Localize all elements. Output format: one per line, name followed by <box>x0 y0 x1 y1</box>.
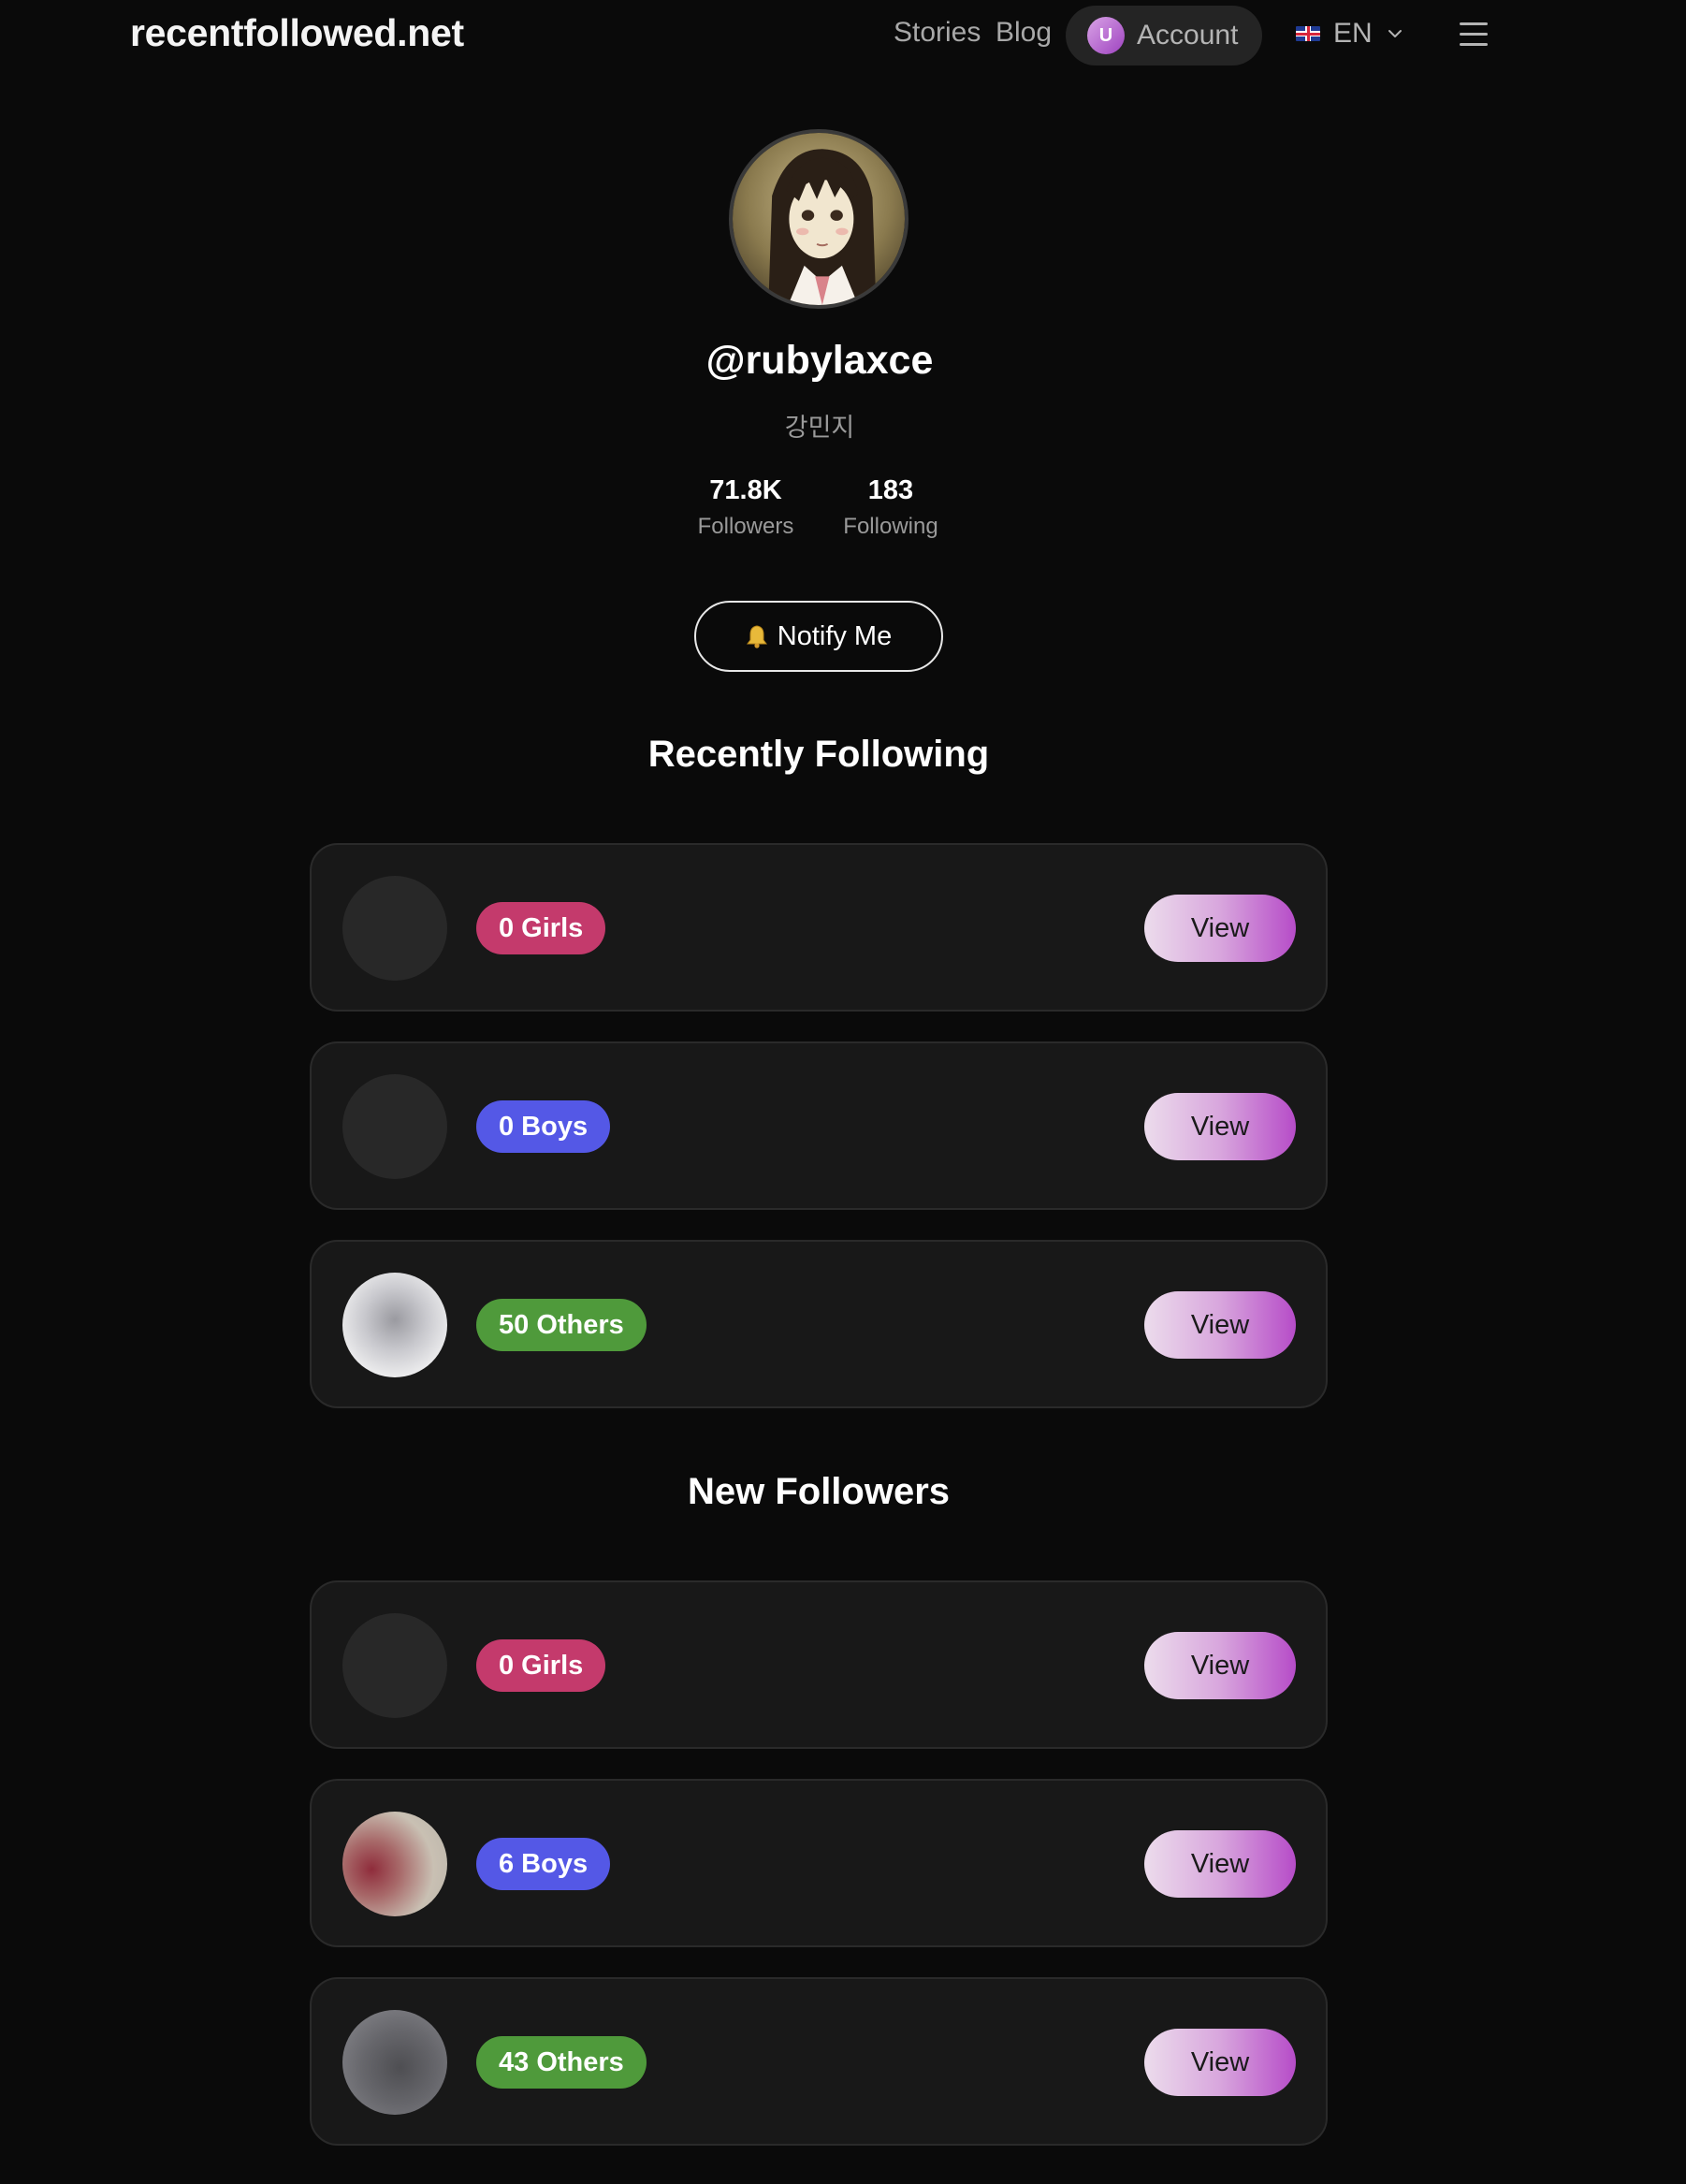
following-card-others: 50 Others View <box>310 1240 1328 1408</box>
top-navbar: recentfollowed.net Stories Blog U Accoun… <box>0 0 1686 71</box>
notify-me-label: Notify Me <box>777 620 893 651</box>
bell-icon <box>746 625 767 648</box>
others-badge: 50 Others <box>476 1299 647 1351</box>
account-label: Account <box>1137 20 1239 51</box>
followers-card-others: 43 Others View <box>310 1977 1328 2146</box>
followers-count: 71.8K <box>709 475 782 505</box>
site-logo[interactable]: recentfollowed.net <box>130 11 464 55</box>
view-button[interactable]: View <box>1144 895 1296 962</box>
girls-badge: 0 Girls <box>476 1639 606 1692</box>
account-avatar: U <box>1087 17 1125 54</box>
girls-badge: 0 Girls <box>476 902 606 954</box>
language-selector[interactable]: EN <box>1296 15 1404 52</box>
profile-avatar <box>729 129 908 309</box>
notify-me-button[interactable]: Notify Me <box>694 601 943 672</box>
card-avatar <box>342 876 447 981</box>
following-label: Following <box>843 514 938 539</box>
profile-avatar-image <box>733 133 905 305</box>
page: recentfollowed.net Stories Blog U Accoun… <box>0 0 1686 2184</box>
view-button[interactable]: View <box>1144 2029 1296 2096</box>
nav-link-stories[interactable]: Stories <box>894 17 981 49</box>
followers-stat: 71.8K Followers <box>680 475 811 540</box>
following-card-girls: 0 Girls View <box>310 843 1328 1012</box>
view-button[interactable]: View <box>1144 1093 1296 1160</box>
chevron-down-icon <box>1388 30 1402 37</box>
card-avatar <box>342 1074 447 1179</box>
followers-card-girls: 0 Girls View <box>310 1580 1328 1749</box>
view-button[interactable]: View <box>1144 1830 1296 1898</box>
new-followers-title: New Followers <box>687 1471 951 1512</box>
profile-display-name: 강민지 <box>784 414 855 442</box>
followers-card-boys: 6 Boys View <box>310 1779 1328 1947</box>
nav-link-blog[interactable]: Blog <box>996 17 1052 49</box>
boys-badge: 0 Boys <box>476 1100 611 1153</box>
language-label: EN <box>1333 18 1373 49</box>
others-badge: 43 Others <box>476 2036 647 2089</box>
recently-following-title: Recently Following <box>647 734 990 775</box>
boys-badge: 6 Boys <box>476 1838 611 1890</box>
following-card-boys: 0 Boys View <box>310 1041 1328 1210</box>
profile-username: @rubylaxce <box>705 338 934 383</box>
following-count: 183 <box>867 475 914 505</box>
card-avatar <box>342 2010 447 2115</box>
card-avatar <box>342 1613 447 1718</box>
hamburger-menu-icon[interactable] <box>1458 21 1490 49</box>
following-stat: 183 Following <box>825 475 956 540</box>
card-avatar <box>342 1273 447 1377</box>
uk-flag-icon <box>1296 26 1320 41</box>
view-button[interactable]: View <box>1144 1291 1296 1359</box>
card-avatar <box>342 1812 447 1916</box>
view-button[interactable]: View <box>1144 1632 1296 1699</box>
account-button[interactable]: U Account <box>1066 6 1262 66</box>
followers-label: Followers <box>697 514 794 539</box>
